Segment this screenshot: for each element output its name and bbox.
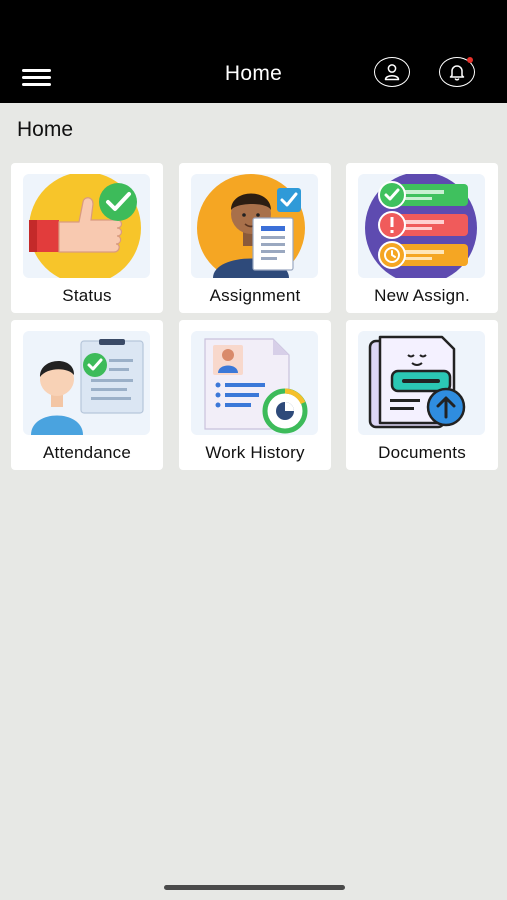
tile-label: Work History — [205, 443, 305, 462]
attendance-check-icon — [23, 331, 150, 435]
tile-label: Documents — [378, 443, 466, 462]
tile-label: Status — [62, 286, 112, 305]
document-upload-icon — [358, 331, 485, 435]
new-assignment-tile[interactable]: New Assign. — [346, 163, 498, 313]
page-title: Home — [17, 118, 74, 141]
history-document-icon — [191, 331, 318, 435]
status-tile[interactable]: Status — [11, 163, 163, 313]
user-icon — [384, 64, 400, 81]
documents-tile[interactable]: Documents — [346, 320, 498, 470]
bell-icon — [449, 65, 465, 81]
task-list-icon — [358, 174, 485, 278]
notification-dot — [467, 57, 473, 63]
tile-label: Assignment — [209, 286, 301, 305]
attendance-tile[interactable]: Attendance — [11, 320, 163, 470]
profile-button[interactable] — [374, 57, 410, 87]
tile-label: New Assign. — [374, 286, 470, 305]
work-history-tile[interactable]: Work History — [179, 320, 331, 470]
assignment-tile[interactable]: Assignment — [179, 163, 331, 313]
app-bar-title: Home — [224, 62, 283, 85]
top-app-bar: Home — [0, 0, 507, 103]
home-indicator[interactable] — [164, 885, 345, 890]
person-document-icon — [191, 174, 318, 278]
thumbs-up-check-icon — [23, 174, 150, 278]
tile-label: Attendance — [42, 443, 131, 462]
